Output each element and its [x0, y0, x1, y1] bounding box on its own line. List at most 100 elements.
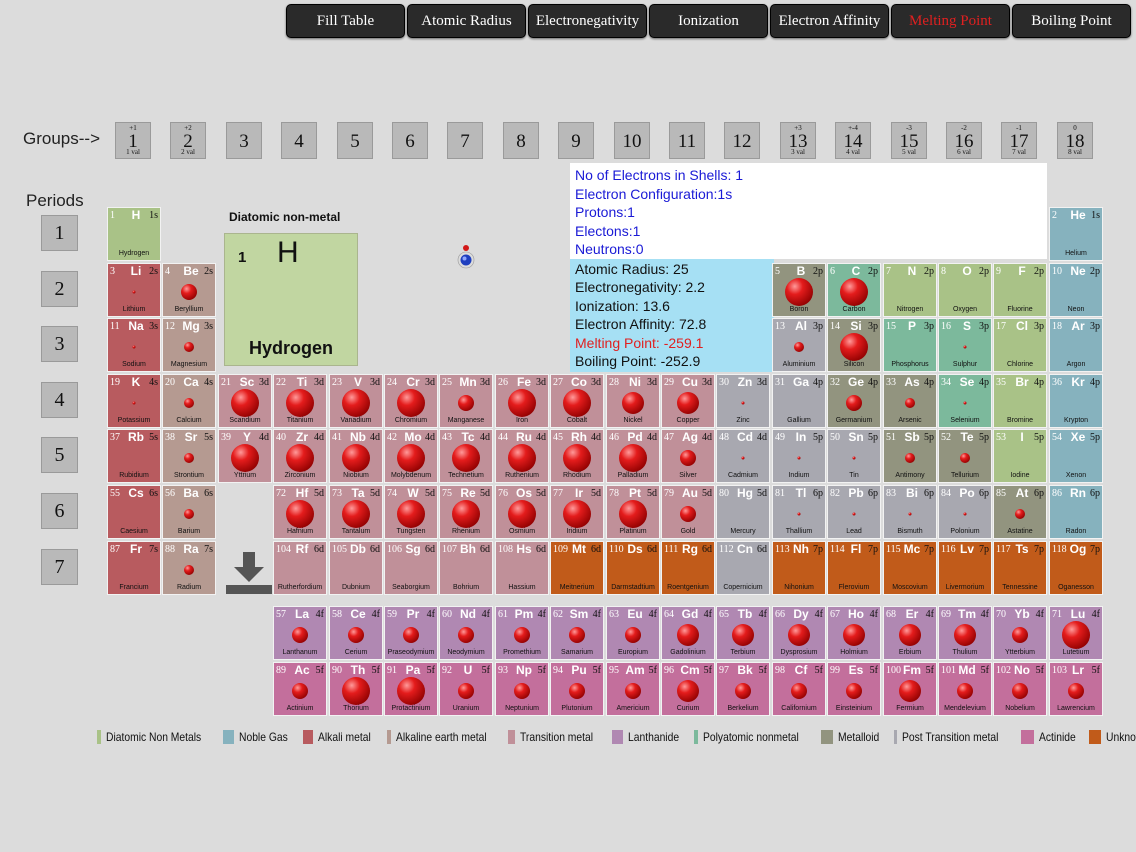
element-promethium[interactable]: 61 Pm 4f Promethium: [495, 606, 549, 660]
element-bromine[interactable]: 35 Br 4p Bromine: [993, 374, 1047, 428]
element-samarium[interactable]: 62 Sm 4f Samarium: [550, 606, 604, 660]
element-tungsten[interactable]: 74 W 5d Tungsten: [384, 485, 438, 539]
element-ruthenium[interactable]: 44 Ru 4d Ruthenium: [495, 429, 549, 483]
element-boron[interactable]: 5 B 2p Boron: [772, 263, 826, 317]
element-germanium[interactable]: 32 Ge 4p Germanium: [827, 374, 881, 428]
element-cadmium[interactable]: 48 Cd 4d Cadmium: [716, 429, 770, 483]
element-uranium[interactable]: 92 U 5f Uranium: [439, 662, 493, 716]
element-antimony[interactable]: 51 Sb 5p Antimony: [883, 429, 937, 483]
group-8-button[interactable]: 8: [503, 122, 539, 159]
element-zirconium[interactable]: 40 Zr 4d Zirconium: [273, 429, 327, 483]
element-beryllium[interactable]: 4 Be 2s Beryllium: [162, 263, 216, 317]
element-platinum[interactable]: 78 Pt 5d Platinum: [606, 485, 660, 539]
element-magnesium[interactable]: 12 Mg 3s Magnesium: [162, 318, 216, 372]
period-5-button[interactable]: 5: [41, 437, 78, 473]
element-actinium[interactable]: 89 Ac 5f Actinium: [273, 662, 327, 716]
element-flerovium[interactable]: 114 Fl 7p Flerovium: [827, 541, 881, 595]
element-chlorine[interactable]: 17 Cl 3p Chlorine: [993, 318, 1047, 372]
element-nitrogen[interactable]: 7 N 2p Nitrogen: [883, 263, 937, 317]
group-15-button[interactable]: -3 15 5 val: [891, 122, 927, 159]
element-neptunium[interactable]: 93 Np 5f Neptunium: [495, 662, 549, 716]
element-gold[interactable]: 79 Au 5d Gold: [661, 485, 715, 539]
toolbar-button-melting-point[interactable]: Melting Point: [891, 4, 1010, 38]
toolbar-button-atomic-radius[interactable]: Atomic Radius: [407, 4, 526, 38]
element-palladium[interactable]: 46 Pd 4d Palladium: [606, 429, 660, 483]
group-2-button[interactable]: +2 2 2 val: [170, 122, 206, 159]
element-krypton[interactable]: 36 Kr 4p Krypton: [1049, 374, 1103, 428]
group-12-button[interactable]: 12: [724, 122, 760, 159]
element-bohrium[interactable]: 107 Bh 6d Bohrium: [439, 541, 493, 595]
element-calcium[interactable]: 20 Ca 4s Calcium: [162, 374, 216, 428]
element-osmium[interactable]: 76 Os 5d Osmium: [495, 485, 549, 539]
element-gadolinium[interactable]: 64 Gd 4f Gadolinium: [661, 606, 715, 660]
element-oxygen[interactable]: 8 O 2p Oxygen: [938, 263, 992, 317]
period-4-button[interactable]: 4: [41, 382, 78, 418]
element-fermium[interactable]: 100 Fm 5f Fermium: [883, 662, 937, 716]
element-thorium[interactable]: 90 Th 5f Thorium: [329, 662, 383, 716]
element-tin[interactable]: 50 Sn 5p Tin: [827, 429, 881, 483]
element-thulium[interactable]: 69 Tm 4f Thulium: [938, 606, 992, 660]
period-7-button[interactable]: 7: [41, 549, 78, 585]
period-6-button[interactable]: 6: [41, 493, 78, 529]
element-copper[interactable]: 29 Cu 3d Copper: [661, 374, 715, 428]
element-curium[interactable]: 96 Cm 5f Curium: [661, 662, 715, 716]
element-yttrium[interactable]: 39 Y 4d Yttrium: [218, 429, 272, 483]
element-aluminium[interactable]: 13 Al 3p Aluminium: [772, 318, 826, 372]
element-europium[interactable]: 63 Eu 4f Europium: [606, 606, 660, 660]
period-2-button[interactable]: 2: [41, 271, 78, 307]
element-polonium[interactable]: 84 Po 6p Polonium: [938, 485, 992, 539]
element-titanium[interactable]: 22 Ti 3d Titanium: [273, 374, 327, 428]
element-americium[interactable]: 95 Am 5f Americium: [606, 662, 660, 716]
element-berkelium[interactable]: 97 Bk 5f Berkelium: [716, 662, 770, 716]
element-lawrencium[interactable]: 103 Lr 5f Lawrencium: [1049, 662, 1103, 716]
element-dysprosium[interactable]: 66 Dy 4f Dysprosium: [772, 606, 826, 660]
element-darmstadtium[interactable]: 110 Ds 6d Darmstadtium: [606, 541, 660, 595]
element-silver[interactable]: 47 Ag 4d Silver: [661, 429, 715, 483]
group-17-button[interactable]: -1 17 7 val: [1001, 122, 1037, 159]
group-14-button[interactable]: +-4 14 4 val: [835, 122, 871, 159]
element-astatine[interactable]: 85 At 6p Astatine: [993, 485, 1047, 539]
element-nobelium[interactable]: 102 No 5f Nobelium: [993, 662, 1047, 716]
group-10-button[interactable]: 10: [614, 122, 650, 159]
element-copernicium[interactable]: 112 Cn 6d Copernicium: [716, 541, 770, 595]
element-francium[interactable]: 87 Fr 7s Francium: [107, 541, 161, 595]
element-lead[interactable]: 82 Pb 6p Lead: [827, 485, 881, 539]
element-iron[interactable]: 26 Fe 3d Iron: [495, 374, 549, 428]
element-xenon[interactable]: 54 Xe 5p Xenon: [1049, 429, 1103, 483]
element-thallium[interactable]: 81 Tl 6p Thallium: [772, 485, 826, 539]
element-einsteinium[interactable]: 99 Es 5f Einsteinium: [827, 662, 881, 716]
element-rutherfordium[interactable]: 104 Rf 6d Rutherfordium: [273, 541, 327, 595]
element-tantalum[interactable]: 73 Ta 5d Tantalum: [329, 485, 383, 539]
element-mendelevium[interactable]: 101 Md 5f Mendelevium: [938, 662, 992, 716]
element-praseodymium[interactable]: 59 Pr 4f Praseodymium: [384, 606, 438, 660]
element-californium[interactable]: 98 Cf 5f Californium: [772, 662, 826, 716]
element-technetium[interactable]: 43 Tc 4d Technetium: [439, 429, 493, 483]
element-livermorium[interactable]: 116 Lv 7p Livermorium: [938, 541, 992, 595]
element-nihonium[interactable]: 113 Nh 7p Nihonium: [772, 541, 826, 595]
element-mercury[interactable]: 80 Hg 5d Mercury: [716, 485, 770, 539]
element-plutonium[interactable]: 94 Pu 5f Plutonium: [550, 662, 604, 716]
toolbar-button-fill-table[interactable]: Fill Table: [286, 4, 405, 38]
element-argon[interactable]: 18 Ar 3p Argon: [1049, 318, 1103, 372]
element-protactinium[interactable]: 91 Pa 5f Protactinium: [384, 662, 438, 716]
element-barium[interactable]: 56 Ba 6s Barium: [162, 485, 216, 539]
toolbar-button-electron-affinity[interactable]: Electron Affinity: [770, 4, 889, 38]
element-hydrogen[interactable]: 1 H 1s Hydrogen: [107, 207, 161, 261]
element-potassium[interactable]: 19 K 4s Potassium: [107, 374, 161, 428]
element-hafnium[interactable]: 72 Hf 5d Hafnium: [273, 485, 327, 539]
element-oganesson[interactable]: 118 Og 7p Oganesson: [1049, 541, 1103, 595]
toolbar-button-ionization[interactable]: Ionization: [649, 4, 768, 38]
download-icon[interactable]: [225, 548, 273, 596]
group-16-button[interactable]: -2 16 6 val: [946, 122, 982, 159]
element-holmium[interactable]: 67 Ho 4f Holmium: [827, 606, 881, 660]
element-niobium[interactable]: 41 Nb 4d Niobium: [329, 429, 383, 483]
element-helium[interactable]: 2 He 1s Helium: [1049, 207, 1103, 261]
element-neodymium[interactable]: 60 Nd 4f Neodymium: [439, 606, 493, 660]
element-fluorine[interactable]: 9 F 2p Fluorine: [993, 263, 1047, 317]
element-strontium[interactable]: 38 Sr 5s Strontium: [162, 429, 216, 483]
element-ytterbium[interactable]: 70 Yb 4f Ytterbium: [993, 606, 1047, 660]
element-radon[interactable]: 86 Rn 6p Radon: [1049, 485, 1103, 539]
element-vanadium[interactable]: 23 V 3d Vanadium: [329, 374, 383, 428]
element-tellurium[interactable]: 52 Te 5p Tellurium: [938, 429, 992, 483]
element-bismuth[interactable]: 83 Bi 6p Bismuth: [883, 485, 937, 539]
